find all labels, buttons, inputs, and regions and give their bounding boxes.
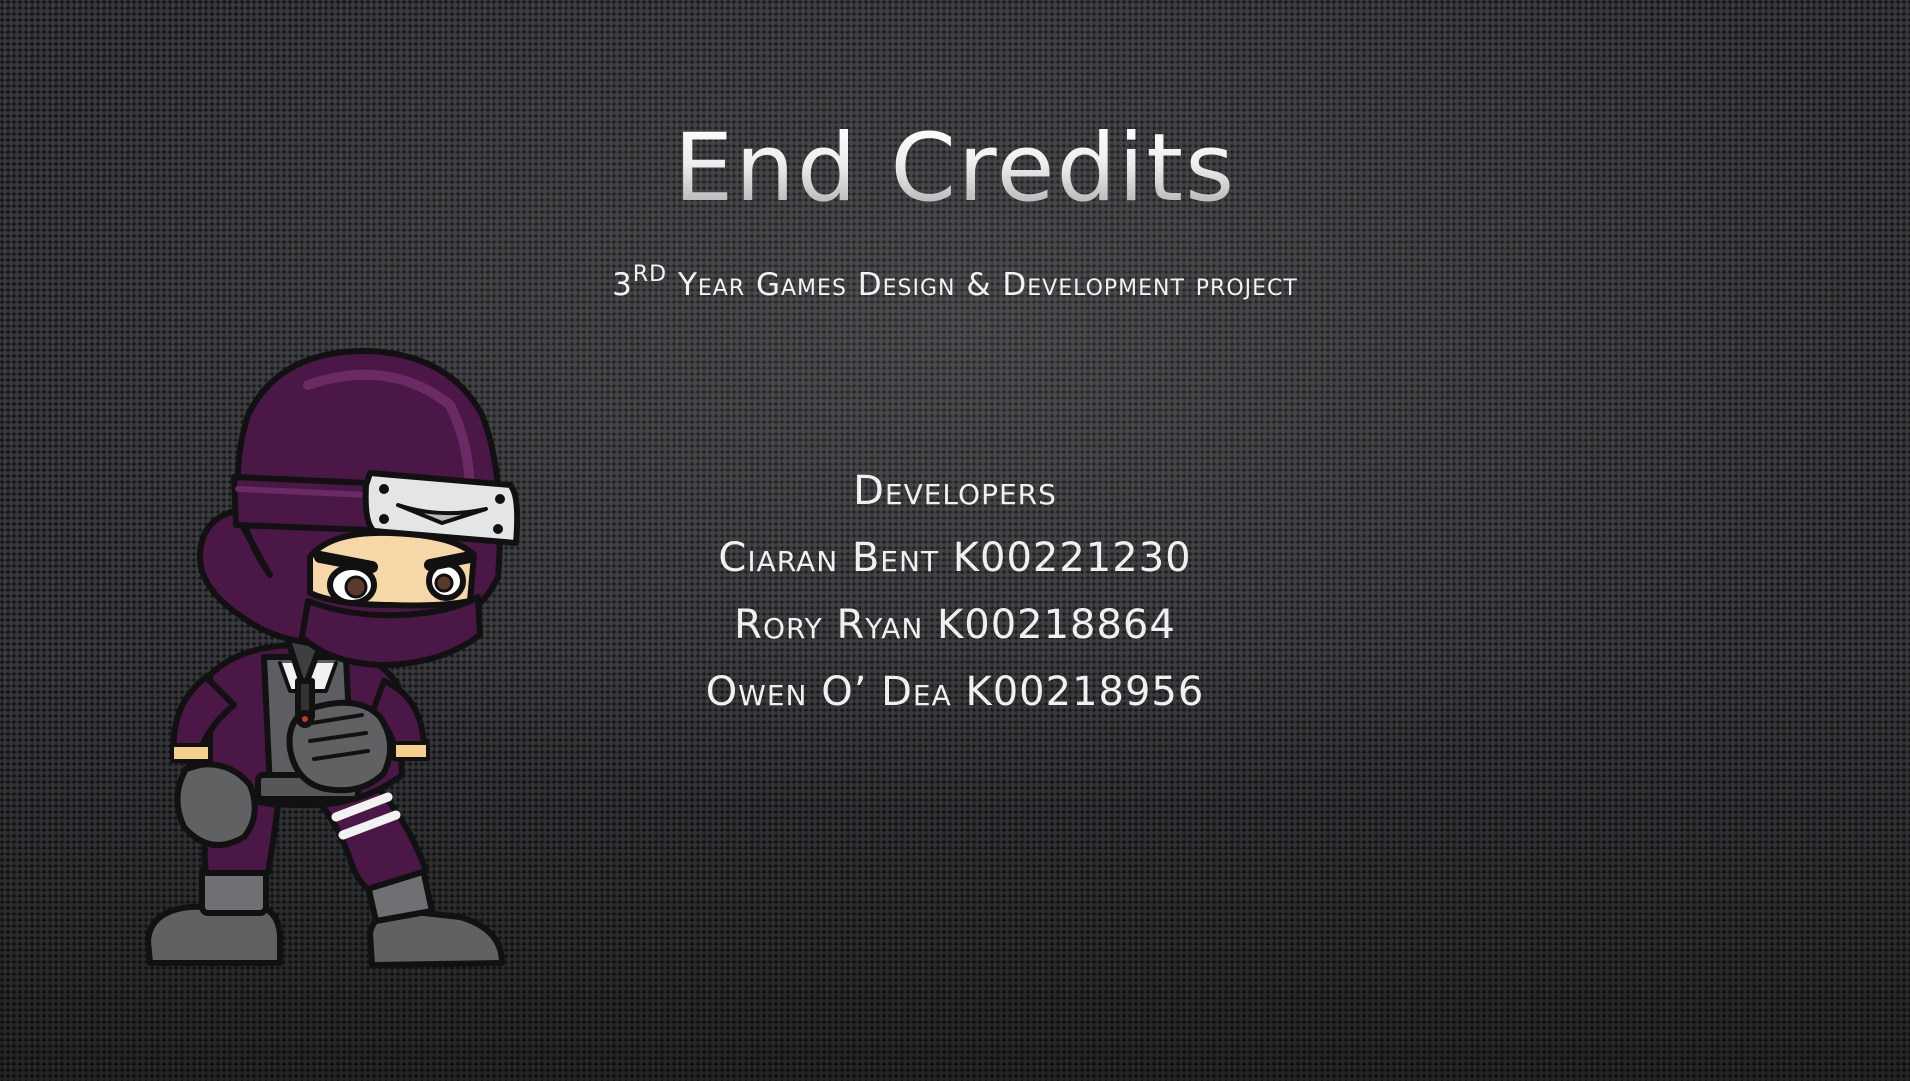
slide-title: End Credits [0, 122, 1910, 216]
slide-subtitle: 3RD Year Games Design & Development proj… [0, 264, 1910, 301]
subtitle-ordinal-suffix: RD [632, 262, 668, 287]
credits-slide: End Credits 3RD Year Games Design & Deve… [0, 0, 1910, 1081]
subtitle-ordinal-number: 3 [612, 267, 633, 303]
ninja-character-icon [145, 347, 521, 968]
subtitle-text: Year Games Design & Development project [667, 267, 1298, 303]
